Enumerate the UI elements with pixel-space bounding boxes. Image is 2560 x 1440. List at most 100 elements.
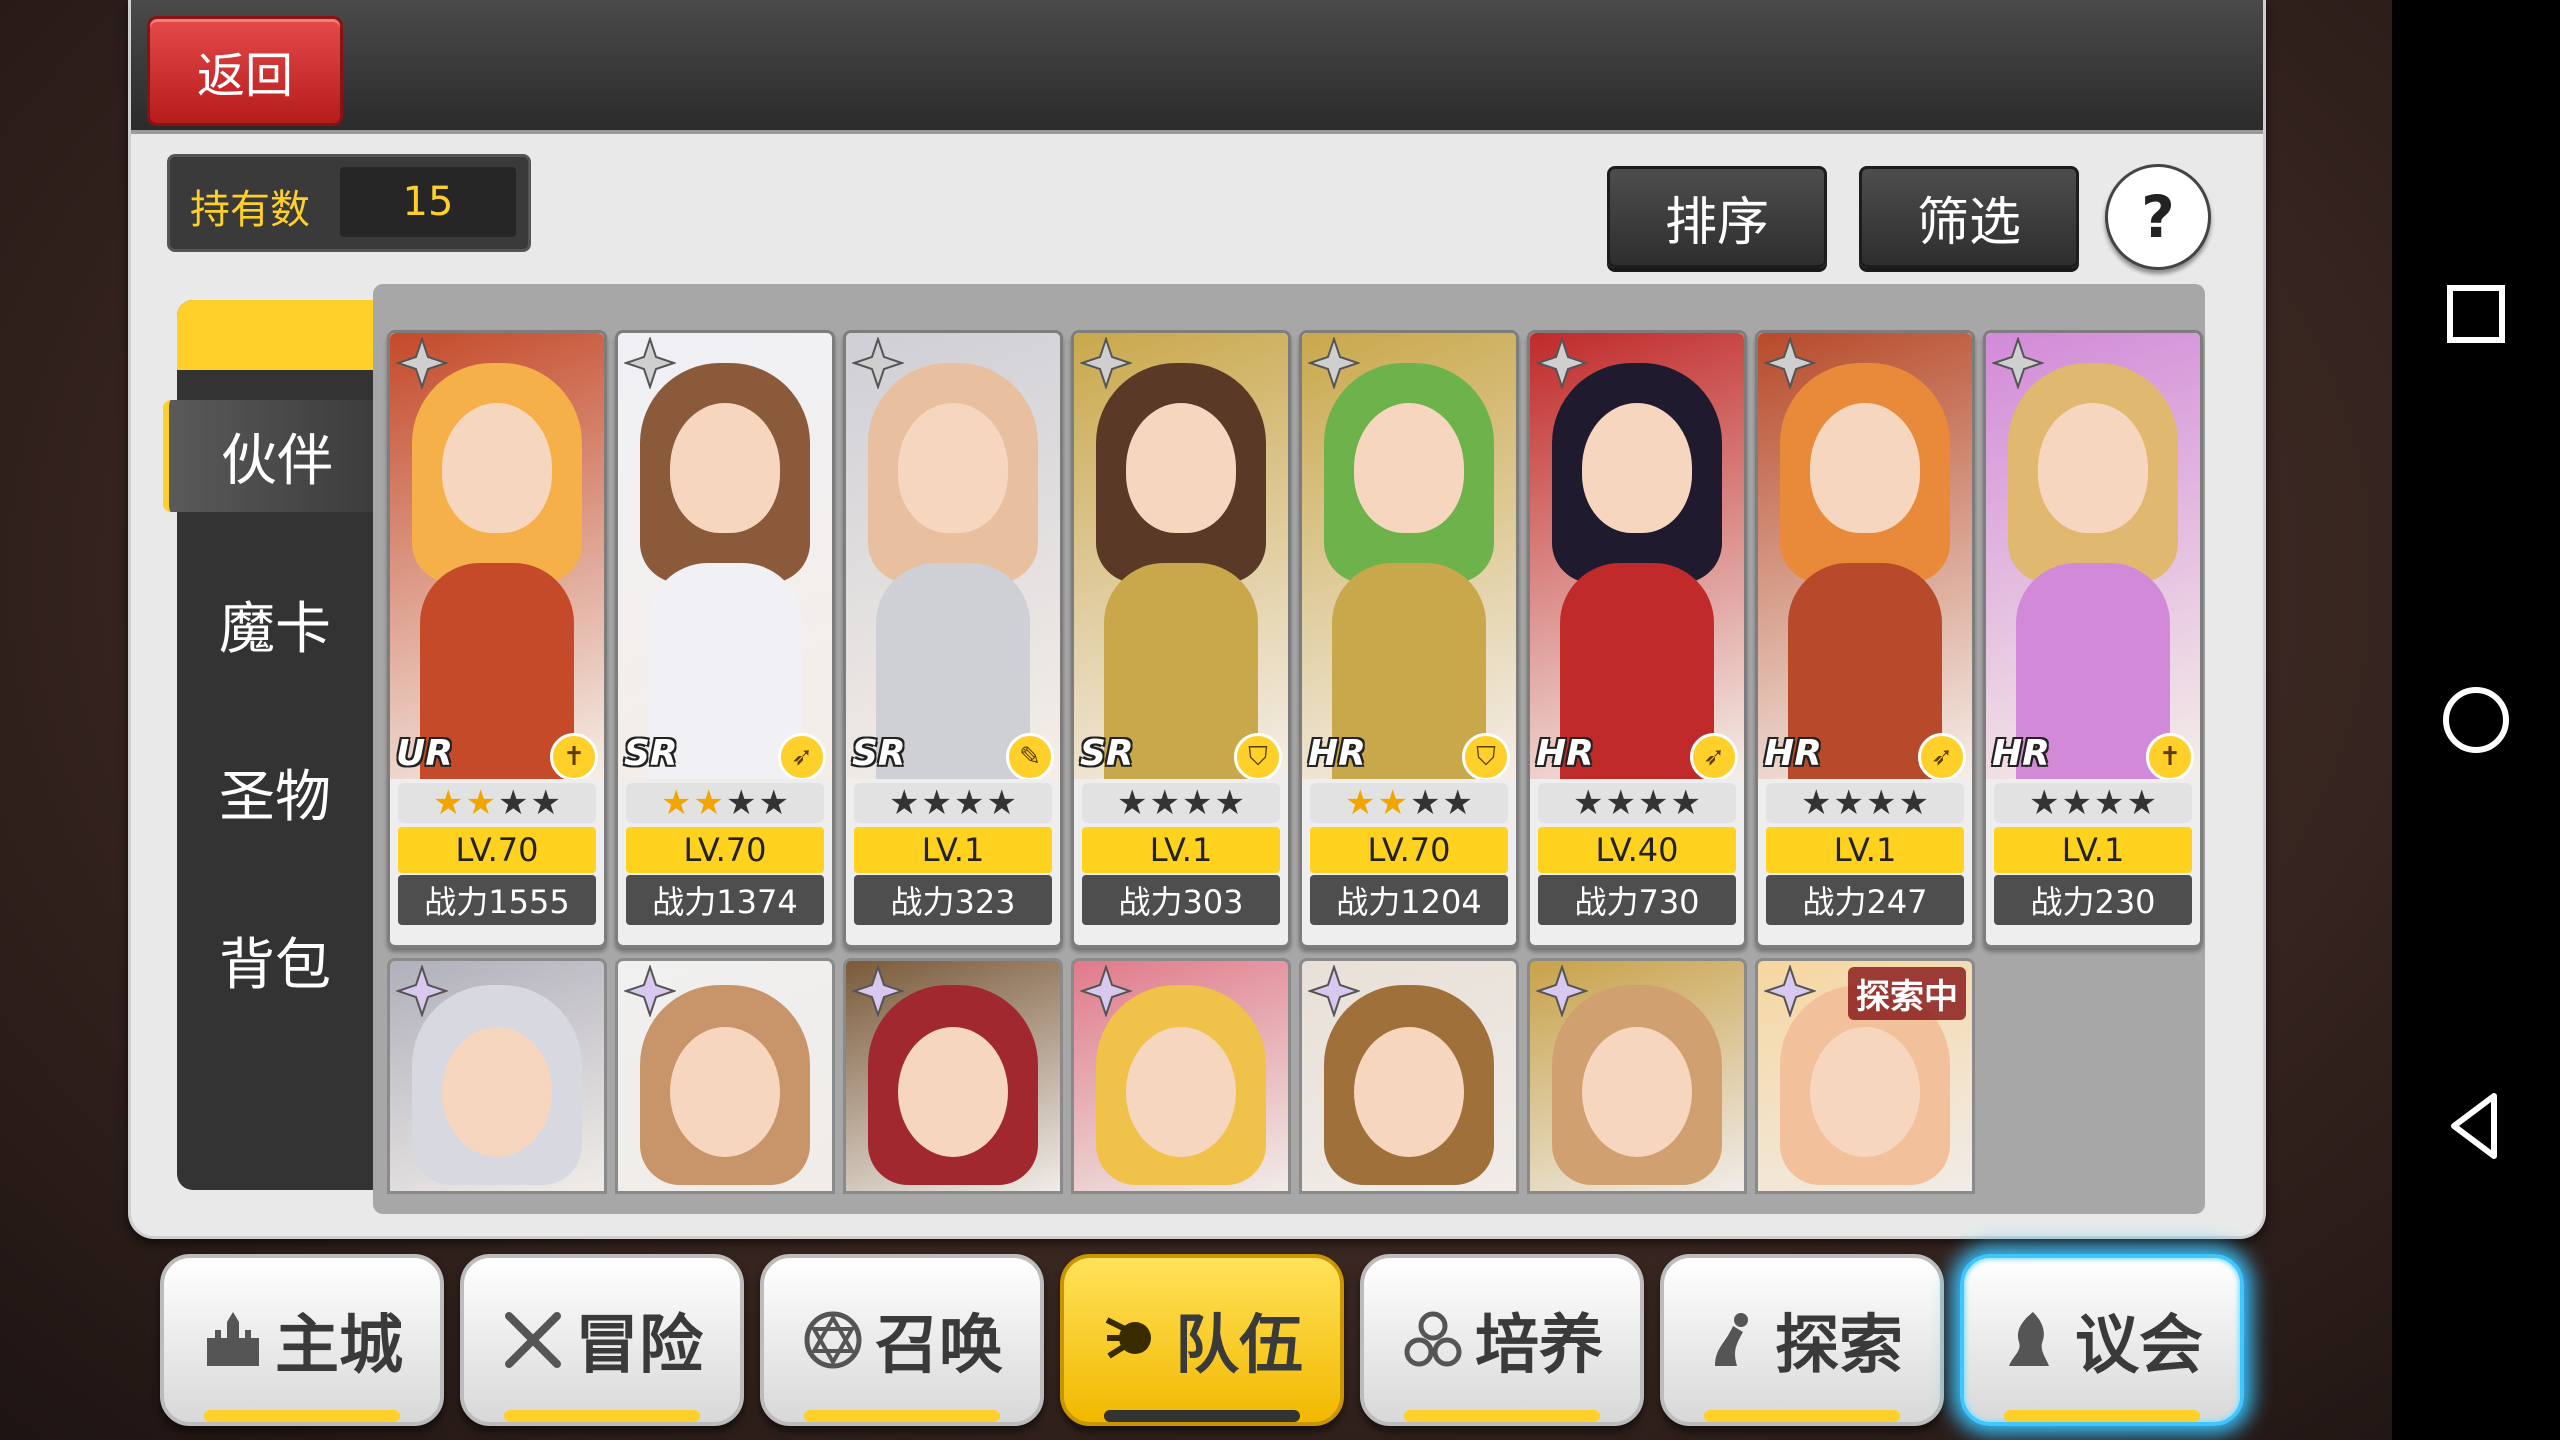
star-icon: ★ — [1377, 783, 1408, 823]
panel-header: 返回 — [131, 0, 2263, 134]
recents-button[interactable] — [2434, 272, 2518, 356]
level-label: LV.1 — [1994, 827, 2192, 873]
nav-council-button[interactable]: 议会 — [1960, 1254, 2244, 1426]
tab-backpack[interactable]: 背包 — [177, 904, 373, 1016]
triangle-back-icon — [2451, 1093, 2497, 1159]
character-card[interactable]: HR ➶ ★ ★ ★ ★ LV.40 战力730 — [1527, 330, 1747, 948]
star-icon: ★ — [954, 783, 985, 823]
side-tab-bar: 伙伴 魔卡 圣物 背包 — [163, 300, 385, 1190]
character-card[interactable]: SR ➶ ★ ★ ★ ★ LV.70 战力1374 — [615, 330, 835, 948]
star-icon: ★ — [2061, 783, 2092, 823]
portrait-face — [2038, 403, 2148, 533]
character-portrait: SR ✎ — [846, 333, 1060, 779]
nav-label: 召唤 — [875, 1309, 1003, 1383]
sort-button[interactable]: 排序 — [1607, 166, 1827, 268]
power-label: 战力230 — [1994, 875, 2192, 925]
character-card[interactable] — [1299, 958, 1519, 1194]
nav-home-button[interactable]: 主城 — [160, 1254, 444, 1426]
tab-partners[interactable]: 伙伴 — [163, 400, 385, 512]
home-button[interactable] — [2434, 678, 2518, 762]
nav-adventure-button[interactable]: 冒险 — [460, 1254, 744, 1426]
star-icon: ★ — [1345, 783, 1376, 823]
circles-icon — [1401, 1308, 1465, 1372]
star-icon: ★ — [1410, 783, 1441, 823]
character-card[interactable]: HR ➶ ★ ★ ★ ★ LV.1 战力247 — [1755, 330, 1975, 948]
element-badge-icon — [624, 337, 676, 389]
owned-count-label: 持有数 — [190, 187, 310, 233]
star-icon: ★ — [2029, 783, 2060, 823]
element-badge-icon — [1992, 337, 2044, 389]
power-label: 战力1374 — [626, 875, 824, 925]
rarity-label: UR — [396, 733, 453, 774]
character-portrait: UR ✝ — [390, 333, 604, 779]
nav-label: 主城 — [275, 1309, 403, 1383]
character-card[interactable]: SR ⛉ ★ ★ ★ ★ LV.1 战力303 — [1071, 330, 1291, 948]
back-button[interactable]: 返回 — [147, 16, 343, 126]
rarity-label: HR — [1992, 733, 2050, 774]
rarity-label: HR — [1536, 733, 1594, 774]
tab-magic-cards[interactable]: 魔卡 — [177, 568, 373, 680]
element-badge-icon — [396, 965, 448, 1017]
class-icon: ➶ — [778, 733, 826, 779]
rarity-label: HR — [1764, 733, 1822, 774]
portrait-face — [1582, 403, 1692, 533]
level-label: LV.1 — [1082, 827, 1280, 873]
character-card[interactable]: UR ✝ ★ ★ ★ ★ LV.70 战力1555 — [387, 330, 607, 948]
star-icon: ★ — [693, 783, 724, 823]
character-card[interactable] — [615, 958, 835, 1194]
rarity-label: SR — [852, 733, 906, 774]
character-card[interactable]: 探索中 — [1755, 958, 1975, 1194]
star-icon: ★ — [1833, 783, 1864, 823]
star-icon: ★ — [986, 783, 1017, 823]
nav-train-button[interactable]: 培养 — [1360, 1254, 1644, 1426]
star-icon: ★ — [1573, 783, 1604, 823]
character-card[interactable] — [387, 958, 607, 1194]
portrait-face — [1126, 403, 1236, 533]
element-badge-icon — [1080, 965, 1132, 1017]
system-nav-bar — [2392, 0, 2560, 1440]
character-portrait: HR ➶ — [1530, 333, 1744, 779]
portrait-face — [1354, 403, 1464, 533]
star-icon: ★ — [1442, 783, 1473, 823]
team-icon — [1101, 1308, 1165, 1372]
filter-button[interactable]: 筛选 — [1859, 166, 2079, 268]
character-card[interactable] — [1071, 958, 1291, 1194]
nav-team-button[interactable]: 队伍 — [1060, 1254, 1344, 1426]
character-card[interactable] — [843, 958, 1063, 1194]
class-icon: ➶ — [1918, 733, 1966, 779]
class-icon: ⛉ — [1234, 733, 1282, 779]
class-icon: ➶ — [1690, 733, 1738, 779]
team-panel: 返回 持有数 15 排序 筛选 ? 伙伴 魔卡 圣物 背包 UR ✝ ★ ★ ★ ★ … — [128, 0, 2266, 1239]
star-rating: ★ ★ ★ ★ — [626, 783, 824, 823]
character-card[interactable]: HR ✝ ★ ★ ★ ★ LV.1 战力230 — [1983, 330, 2203, 948]
star-icon: ★ — [726, 783, 757, 823]
portrait-face — [1810, 1027, 1920, 1157]
power-label: 战力303 — [1082, 875, 1280, 925]
character-card[interactable]: HR ⛉ ★ ★ ★ ★ LV.70 战力1204 — [1299, 330, 1519, 948]
nav-explore-button[interactable]: 探索 — [1660, 1254, 1944, 1426]
nav-underline — [1704, 1410, 1900, 1422]
nav-summon-button[interactable]: 召唤 — [760, 1254, 1044, 1426]
element-badge-icon — [624, 965, 676, 1017]
character-portrait: SR ➶ — [618, 333, 832, 779]
tab-relics[interactable]: 圣物 — [177, 736, 373, 848]
star-icon: ★ — [1182, 783, 1213, 823]
star-rating: ★ ★ ★ ★ — [1994, 783, 2192, 823]
star-icon: ★ — [433, 783, 464, 823]
hexagram-icon — [801, 1308, 865, 1372]
character-card[interactable]: SR ✎ ★ ★ ★ ★ LV.1 战力323 — [843, 330, 1063, 948]
back-nav-button[interactable] — [2434, 1084, 2518, 1168]
star-icon: ★ — [1149, 783, 1180, 823]
council-icon — [2001, 1308, 2065, 1372]
power-label: 战力1204 — [1310, 875, 1508, 925]
element-badge-icon — [396, 337, 448, 389]
star-icon: ★ — [2094, 783, 2125, 823]
portrait-face — [442, 403, 552, 533]
class-icon: ⛉ — [1462, 733, 1510, 779]
portrait-face — [442, 1027, 552, 1157]
element-badge-icon — [1308, 337, 1360, 389]
character-card[interactable] — [1527, 958, 1747, 1194]
help-button[interactable]: ? — [2105, 164, 2211, 270]
star-rating: ★ ★ ★ ★ — [854, 783, 1052, 823]
nav-label: 探索 — [1775, 1309, 1903, 1383]
